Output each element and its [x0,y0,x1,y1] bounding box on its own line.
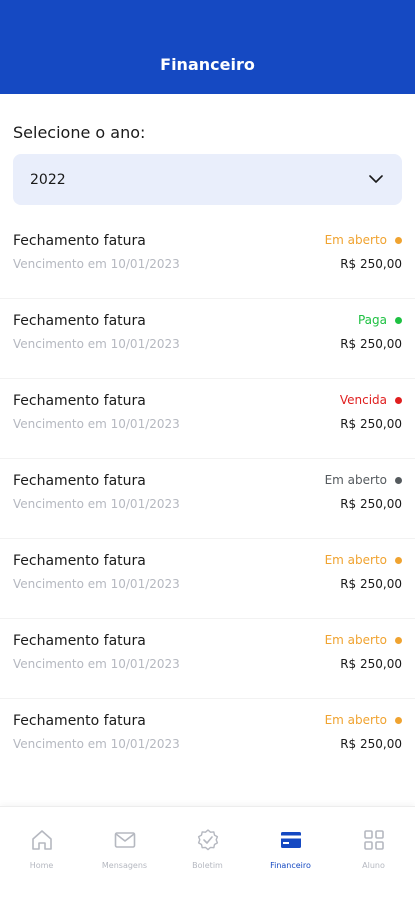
invoice-due-date: Vencimento em 10/01/2023 [13,577,180,591]
invoice-status: Em aberto [325,553,402,567]
grid-icon [361,827,387,853]
wallet-icon [278,827,304,853]
invoice-status: Em aberto [325,233,402,247]
nav-item-home[interactable]: Home [7,827,77,870]
invoice-status: Em aberto [325,473,402,487]
invoice-due-date: Vencimento em 10/01/2023 [13,417,180,431]
home-icon [29,827,55,853]
invoice-name: Fechamento fatura [13,233,146,249]
invoice-status-label: Em aberto [324,233,387,247]
invoice-list: Fechamento fatura Vencimento em 10/01/20… [0,219,415,779]
invoice-status-label: Vencida [339,393,387,407]
invoice-status: Paga [358,313,402,327]
invoice-amount: R$ 250,00 [340,257,402,271]
invoice-due-date: Vencimento em 10/01/2023 [13,657,180,671]
year-select[interactable]: 2022 [13,154,402,205]
status-dot-icon [395,636,402,644]
app-header: Financeiro [0,0,415,94]
bottom-nav: Home Mensagens Boletim Financeiro Aluno [0,806,415,900]
page-title: Financeiro [160,55,255,74]
year-select-label: Selecione o ano: [13,123,146,142]
invoice-item[interactable]: Fechamento fatura Vencimento em 10/01/20… [0,299,415,379]
invoice-amount: R$ 250,00 [340,337,402,351]
nav-item-boletim[interactable]: Boletim [173,827,243,870]
invoice-status-label: Em aberto [324,553,387,567]
invoice-item[interactable]: Fechamento fatura Vencimento em 10/01/20… [0,699,415,779]
invoice-item[interactable]: Fechamento fatura Vencimento em 10/01/20… [0,219,415,299]
invoice-status-label: Em aberto [324,473,387,487]
invoice-status-label: Em aberto [324,713,387,727]
nav-item-label: Aluno [362,861,385,870]
invoice-name: Fechamento fatura [13,633,146,649]
nav-item-financeiro[interactable]: Financeiro [256,827,326,870]
invoice-name: Fechamento fatura [13,393,146,409]
invoice-name: Fechamento fatura [13,553,146,569]
mail-icon [112,827,138,853]
nav-item-label: Mensagens [101,861,148,870]
nav-item-label: Boletim [192,861,223,870]
chevron-down-icon [368,172,384,188]
invoice-item[interactable]: Fechamento fatura Vencimento em 10/01/20… [0,379,415,459]
invoice-status: Vencida [340,393,402,407]
invoice-status: Em aberto [325,713,402,727]
invoice-status-label: Em aberto [324,633,387,647]
invoice-amount: R$ 250,00 [340,657,402,671]
invoice-due-date: Vencimento em 10/01/2023 [13,337,180,351]
invoice-status: Em aberto [325,633,402,647]
nav-item-label: Financeiro [270,861,311,870]
invoice-status-label: Paga [357,313,387,327]
status-dot-icon [395,396,402,404]
invoice-due-date: Vencimento em 10/01/2023 [13,497,180,511]
nav-item-mensagens[interactable]: Mensagens [90,827,160,870]
invoice-name: Fechamento fatura [13,313,146,329]
invoice-item[interactable]: Fechamento fatura Vencimento em 10/01/20… [0,619,415,699]
invoice-item[interactable]: Fechamento fatura Vencimento em 10/01/20… [0,459,415,539]
invoice-amount: R$ 250,00 [340,577,402,591]
invoice-amount: R$ 250,00 [340,497,402,511]
badge-check-icon [195,827,221,853]
year-select-value: 2022 [30,171,66,188]
nav-item-aluno[interactable]: Aluno [339,827,409,870]
invoice-due-date: Vencimento em 10/01/2023 [13,737,180,751]
status-dot-icon [395,556,402,564]
invoice-amount: R$ 250,00 [340,737,402,751]
status-dot-icon [395,316,402,324]
status-dot-icon [395,716,402,724]
status-dot-icon [395,476,402,484]
invoice-name: Fechamento fatura [13,473,146,489]
nav-item-label: Home [29,861,54,870]
invoice-name: Fechamento fatura [13,713,146,729]
invoice-amount: R$ 250,00 [340,417,402,431]
status-dot-icon [395,236,402,244]
invoice-item[interactable]: Fechamento fatura Vencimento em 10/01/20… [0,539,415,619]
invoice-due-date: Vencimento em 10/01/2023 [13,257,180,271]
